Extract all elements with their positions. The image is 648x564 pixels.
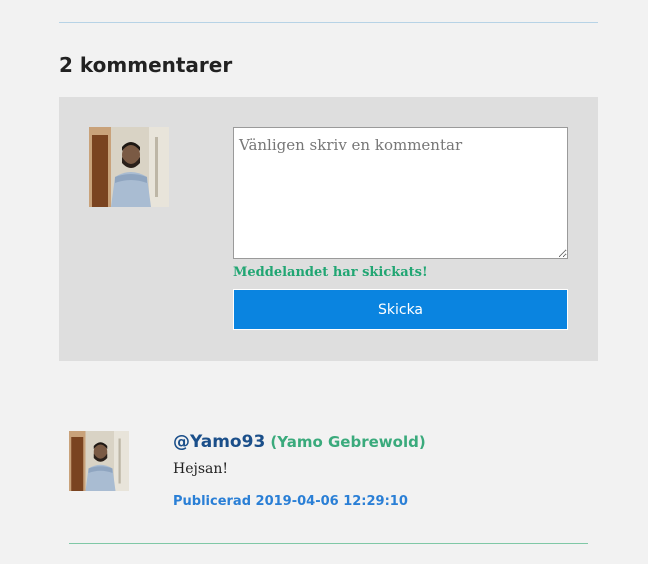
section-divider	[59, 22, 598, 23]
comment-compose-box: Meddelandet har skickats! Skicka	[59, 97, 598, 361]
comments-heading: 2 kommentarer	[59, 53, 233, 77]
comment-author-name: (Yamo Gebrewold)	[270, 433, 426, 451]
comment-timestamp: Publicerad 2019-04-06 12:29:10	[173, 494, 408, 509]
comment-divider	[69, 543, 588, 544]
comment-text: Hejsan!	[173, 461, 229, 477]
comment-header: @Yamo93 (Yamo Gebrewold)	[173, 431, 426, 453]
sent-status-message: Meddelandet har skickats!	[233, 265, 428, 280]
comment-author-avatar	[69, 431, 129, 491]
submit-comment-button[interactable]: Skicka	[233, 289, 568, 330]
comment-input[interactable]	[233, 127, 568, 259]
comment-username-link[interactable]: @Yamo93	[173, 432, 265, 452]
user-avatar	[89, 127, 169, 207]
